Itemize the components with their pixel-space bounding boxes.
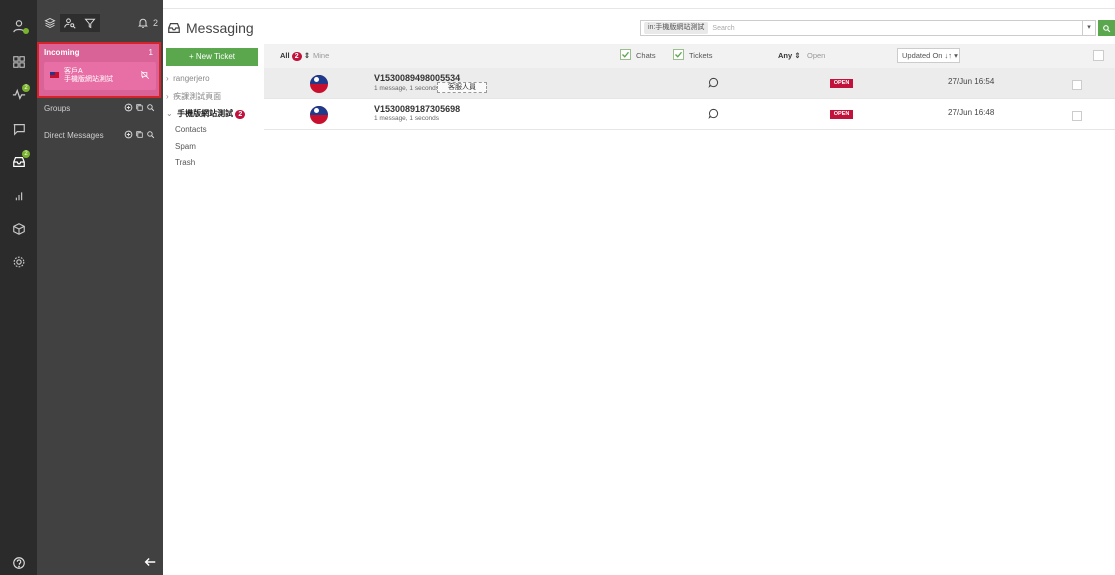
direct-messages-actions: [124, 130, 155, 139]
row-checkbox[interactable]: [1072, 111, 1082, 121]
sidebar-footer: [37, 549, 163, 575]
status-badge: OPEN: [830, 110, 853, 119]
help-icon[interactable]: [0, 551, 37, 575]
groups-label: Groups: [44, 104, 71, 113]
any-dropdown[interactable]: Any ⇕: [778, 51, 801, 60]
folder-spam[interactable]: Spam: [175, 142, 196, 151]
expand-arrow-icon: ›: [166, 92, 169, 101]
folder-label: 手機版網站測試: [177, 109, 234, 118]
icon-rail: 2 2: [0, 0, 37, 575]
search-scope-chip[interactable]: in:手機版網站測試: [644, 22, 709, 34]
bell-icon[interactable]: [133, 14, 153, 32]
tickets-checkbox[interactable]: [673, 49, 684, 60]
folder-item-rangerjero[interactable]: › rangerjero: [166, 74, 210, 83]
table-row[interactable]: V1530089187305698 1 message, 1 seconds O…: [264, 99, 1115, 130]
inbox-icon[interactable]: [0, 150, 37, 174]
sort-arrow-icon: ⇕: [303, 51, 310, 60]
mute-icon[interactable]: [140, 70, 150, 80]
tickets-label: Tickets: [689, 51, 713, 60]
layers-icon[interactable]: [40, 14, 60, 32]
chat-sidebar: 2 Incoming 1 客戶A 手機版網站測試 Groups Direct M…: [37, 0, 163, 575]
filter-all[interactable]: All 2 ⇕: [280, 51, 310, 61]
table-row[interactable]: V1530089498005534 1 message, 1 seconds 客…: [264, 68, 1115, 99]
folder-label: 疾課測試頁面: [173, 92, 222, 101]
inbox-icon: [168, 23, 180, 33]
folder-count-badge: 2: [235, 110, 246, 119]
user-icon[interactable]: [0, 14, 37, 38]
sidebar-toolbar: 2: [37, 12, 163, 34]
box-icon[interactable]: [0, 217, 37, 241]
filter-mine[interactable]: Mine: [313, 51, 329, 60]
search-icon[interactable]: [146, 130, 155, 139]
folder-trash[interactable]: Trash: [175, 158, 195, 167]
page-title-text: Messaging: [186, 20, 254, 36]
folder-item-test-page[interactable]: › 疾課測試頁面: [166, 91, 221, 102]
activity-badge: 2: [22, 84, 30, 92]
grid-icon[interactable]: [0, 50, 37, 74]
header-divider: [163, 8, 1115, 9]
search-icon[interactable]: [146, 103, 155, 112]
search-options-dropdown[interactable]: ▾: [1082, 20, 1096, 36]
copy-icon[interactable]: [135, 103, 144, 112]
chat-icon: [708, 108, 719, 119]
updated-on-sort-dropdown[interactable]: Updated On ↓↑ ▾: [897, 48, 960, 63]
chats-checkbox[interactable]: [620, 49, 631, 60]
updated-date: 27/Jun 16:54: [948, 77, 995, 86]
filter-bar: All 2 ⇕ Mine Chats Tickets Any ⇕ Open: [264, 44, 1115, 68]
new-ticket-button[interactable]: + New Ticket: [166, 48, 258, 66]
inbox-badge: 2: [22, 150, 30, 158]
add-group-icon[interactable]: [124, 103, 133, 112]
search-input[interactable]: in:手機版網站測試 Search: [640, 20, 1096, 36]
search-placeholder: Search: [712, 24, 735, 32]
ticket-meta: 1 message, 1 seconds: [374, 115, 440, 122]
groups-actions: [124, 103, 155, 112]
select-all-checkbox[interactable]: [1093, 50, 1104, 61]
updated-date: 27/Jun 16:48: [948, 108, 995, 117]
open-filter[interactable]: Open: [807, 51, 825, 60]
collapse-arrow-icon[interactable]: [143, 555, 157, 569]
taiwan-flag-icon: [50, 72, 59, 78]
ticket-meta: 1 message, 1 seconds: [374, 85, 440, 92]
collapse-arrow-icon: ⌄: [166, 109, 173, 118]
chats-label: Chats: [636, 51, 656, 60]
bell-badge: 2: [153, 17, 159, 28]
page-title: Messaging: [167, 20, 254, 36]
add-direct-icon[interactable]: [124, 130, 133, 139]
incoming-count: 1: [148, 48, 153, 57]
taiwan-flag-avatar: [310, 75, 328, 93]
folder-label: rangerjero: [173, 74, 210, 83]
user-search-icon[interactable]: [60, 14, 80, 32]
direct-messages-label: Direct Messages: [44, 131, 104, 140]
expand-arrow-icon: ›: [166, 74, 169, 83]
folder-contacts[interactable]: Contacts: [175, 125, 207, 134]
folder-item-mobile-site-test[interactable]: ⌄ 手機版網站測試 2: [166, 108, 246, 119]
assignee-tag[interactable]: 客服人員: [437, 82, 487, 93]
all-count-badge: 2: [291, 52, 302, 61]
ticket-id: V1530089187305698: [374, 104, 461, 114]
bar-chart-icon[interactable]: [0, 183, 37, 207]
chat-channel-name: 手機版網站測試: [64, 76, 113, 83]
chat-icon: [708, 77, 719, 88]
taiwan-flag-avatar: [310, 106, 328, 124]
checkmark-icon: [675, 51, 683, 58]
checkmark-icon: [622, 51, 630, 58]
online-status-dot: [23, 28, 29, 34]
incoming-chat-item[interactable]: 客戶A 手機版網站測試: [44, 62, 156, 90]
sort-arrow-icon: ⇕: [794, 51, 801, 60]
filter-icon[interactable]: [80, 14, 100, 32]
row-checkbox[interactable]: [1072, 80, 1082, 90]
status-badge: OPEN: [830, 79, 853, 88]
chat-bubble-icon[interactable]: [0, 117, 37, 141]
settings-icon[interactable]: [0, 250, 37, 274]
activity-icon[interactable]: [0, 82, 37, 106]
incoming-section: Incoming 1 客戶A 手機版網站測試: [37, 42, 161, 98]
copy-icon[interactable]: [135, 130, 144, 139]
search-button[interactable]: [1098, 20, 1115, 36]
incoming-title: Incoming: [44, 48, 80, 57]
search-icon: [1103, 24, 1111, 32]
